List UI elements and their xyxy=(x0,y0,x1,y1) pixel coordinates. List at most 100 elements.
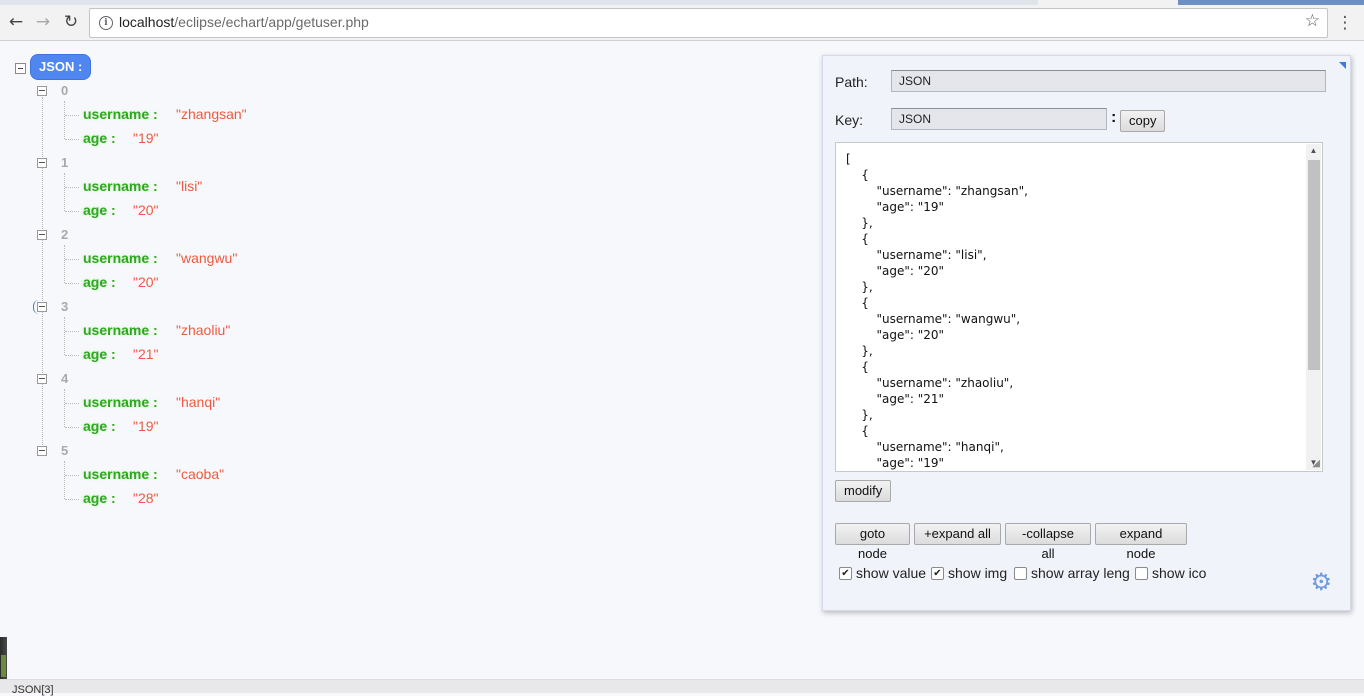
tree-line xyxy=(64,101,65,139)
node-toggle-2[interactable] xyxy=(37,230,47,240)
status-path-text: JSON[3] xyxy=(12,684,54,696)
url-text[interactable]: localhost/eclipse/echart/app/getuser.php xyxy=(119,14,369,30)
reload-icon: ↻ xyxy=(63,12,79,32)
forward-button[interactable]: → xyxy=(32,11,54,33)
root-collapse-toggle[interactable] xyxy=(15,63,26,74)
key-field[interactable]: JSON xyxy=(891,108,1107,130)
node-toggle-0[interactable] xyxy=(37,86,47,96)
tree-line xyxy=(64,317,65,355)
node-index[interactable]: 2 xyxy=(61,227,68,242)
scrollbar-thumb[interactable] xyxy=(1308,160,1320,370)
key-username[interactable]: username : xyxy=(83,178,158,194)
checkbox-checked[interactable]: ✔ xyxy=(931,566,944,580)
value-username[interactable]: "zhaoliu" xyxy=(176,322,230,338)
url-input[interactable]: i localhost/eclipse/echart/app/getuser.p… xyxy=(89,8,1328,38)
node-toggle-5[interactable] xyxy=(37,446,47,456)
json-tree: JSON : 0 username : "zhangsan" age : "19… xyxy=(0,41,810,641)
key-username[interactable]: username : xyxy=(83,322,158,338)
key-age[interactable]: age : xyxy=(83,274,116,290)
path-label: Path: xyxy=(835,74,868,90)
value-username[interactable]: "caoba" xyxy=(176,466,224,482)
gear-icon[interactable]: ⚙ xyxy=(1310,570,1332,594)
show-value-checkbox[interactable]: ✔ show value xyxy=(839,565,926,581)
arrow-right-icon: → xyxy=(35,12,51,32)
key-username[interactable]: username : xyxy=(83,466,158,482)
key-age[interactable]: age : xyxy=(83,202,116,218)
value-age[interactable]: "21" xyxy=(133,346,159,362)
node-toggle-4[interactable] xyxy=(37,374,47,384)
url-path: /eclipse/echart/app/getuser.php xyxy=(174,14,369,30)
copy-button[interactable]: copy xyxy=(1120,110,1165,132)
value-username[interactable]: "hanqi" xyxy=(176,394,220,410)
tree-line xyxy=(65,499,79,500)
tree-line xyxy=(65,139,79,140)
reload-button[interactable]: ↻ xyxy=(60,11,82,33)
status-bar: JSON[3] xyxy=(0,679,1364,696)
star-icon[interactable]: ☆ xyxy=(1305,11,1320,31)
tree-line xyxy=(65,211,79,212)
key-username[interactable]: username : xyxy=(83,394,158,410)
root-node-label[interactable]: JSON : xyxy=(31,55,91,79)
expand-all-button[interactable]: +expand all xyxy=(914,523,1001,545)
scroll-up-icon[interactable]: ▲ xyxy=(1306,144,1321,158)
key-username[interactable]: username : xyxy=(83,250,158,266)
json-text[interactable]: [ { "username": "zhangsan", "age": "19" … xyxy=(846,151,1028,471)
checkbox-unchecked[interactable] xyxy=(1014,566,1027,580)
key-username[interactable]: username : xyxy=(83,106,158,122)
show-array-leng-label: show array leng xyxy=(1031,565,1130,581)
tree-line xyxy=(65,475,79,476)
back-button[interactable]: ← xyxy=(5,11,27,33)
value-age[interactable]: "19" xyxy=(133,418,159,434)
show-img-label: show img xyxy=(948,565,1008,581)
tree-line xyxy=(65,355,79,356)
value-age[interactable]: "20" xyxy=(133,274,159,290)
key-age[interactable]: age : xyxy=(83,418,116,434)
info-icon[interactable]: i xyxy=(99,16,113,30)
value-username[interactable]: "zhangsan" xyxy=(176,106,247,122)
node-index[interactable]: 1 xyxy=(61,155,68,170)
key-age[interactable]: age : xyxy=(83,346,116,362)
tree-line xyxy=(65,187,79,188)
value-age[interactable]: "19" xyxy=(133,130,159,146)
node-toggle-3[interactable] xyxy=(37,302,47,312)
tree-line xyxy=(65,403,79,404)
expand-node-button[interactable]: expand node xyxy=(1095,523,1187,561)
value-age[interactable]: "20" xyxy=(133,202,159,218)
json-textarea[interactable]: [ { "username": "zhangsan", "age": "19" … xyxy=(835,142,1323,472)
key-age[interactable]: age : xyxy=(83,490,116,506)
kebab-menu-icon[interactable]: ⋮ xyxy=(1335,13,1355,33)
key-age[interactable]: age : xyxy=(83,130,116,146)
modify-button[interactable]: modify xyxy=(835,480,891,502)
url-host: localhost xyxy=(119,14,175,30)
node-index[interactable]: 0 xyxy=(61,83,68,98)
value-username[interactable]: "lisi" xyxy=(176,178,202,194)
node-index[interactable]: 4 xyxy=(61,371,68,386)
node-index[interactable]: 5 xyxy=(61,443,68,458)
collapse-all-button[interactable]: -collapse all xyxy=(1005,523,1091,561)
node-index[interactable]: 3 xyxy=(61,299,68,314)
show-value-label: show value xyxy=(856,565,927,581)
show-array-leng-checkbox[interactable]: show array leng xyxy=(1014,565,1130,581)
arrow-left-icon: ← xyxy=(8,12,24,32)
key-colon: : xyxy=(1111,109,1117,126)
panel-corner-toggle[interactable] xyxy=(1339,62,1346,69)
textarea-scrollbar[interactable]: ▲ ▼ xyxy=(1306,144,1321,470)
checkbox-unchecked[interactable] xyxy=(1135,566,1148,580)
value-username[interactable]: "wangwu" xyxy=(176,250,237,266)
tree-line xyxy=(65,283,79,284)
tree-line xyxy=(64,389,65,427)
show-ico-checkbox[interactable]: show ico xyxy=(1135,565,1206,581)
tree-line xyxy=(64,245,65,283)
checkbox-checked[interactable]: ✔ xyxy=(839,566,852,580)
tree-line xyxy=(64,461,65,499)
resize-handle-icon[interactable]: ◢ xyxy=(1312,459,1320,469)
tree-line xyxy=(64,173,65,211)
goto-node-button[interactable]: goto node xyxy=(835,523,910,561)
tree-line xyxy=(65,427,79,428)
node-toggle-1[interactable] xyxy=(37,158,47,168)
path-field[interactable]: JSON xyxy=(891,70,1326,92)
tree-line xyxy=(65,259,79,260)
tree-line xyxy=(65,115,79,116)
show-img-checkbox[interactable]: ✔ show img xyxy=(931,565,1007,581)
value-age[interactable]: "28" xyxy=(133,490,159,506)
